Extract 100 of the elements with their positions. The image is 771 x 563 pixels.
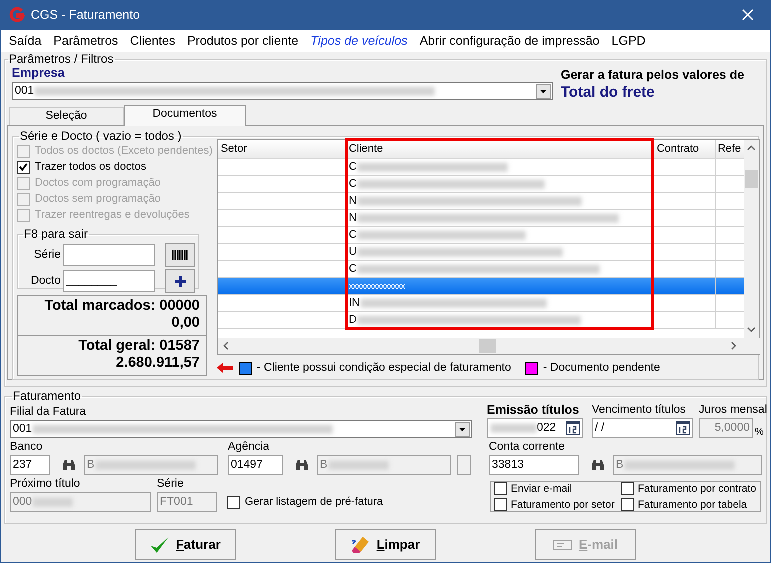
add-button[interactable] (165, 269, 195, 293)
field-label: Banco (10, 440, 44, 455)
group-title: F8 para sair (23, 227, 90, 241)
caret-icon[interactable] (455, 422, 470, 437)
field-label: Agência (228, 440, 271, 455)
total-value: 2.680.911,57 (116, 355, 200, 372)
checkbox-label: Todos os doctos (Exceto pendentes) (35, 145, 213, 157)
field-label: Empresa (12, 66, 66, 82)
barcode-button[interactable] (165, 243, 195, 267)
checkbox[interactable] (494, 498, 507, 511)
input-field[interactable]: FT001 (157, 492, 217, 512)
tab[interactable]: Documentos (124, 105, 246, 126)
tab[interactable]: Seleção (9, 107, 124, 125)
field-label: Série (157, 477, 185, 492)
date-field[interactable]: / / (592, 418, 693, 438)
cell-text: C (348, 178, 357, 190)
binoculars-icon[interactable] (591, 459, 605, 471)
dropdown[interactable]: 001 (12, 82, 553, 100)
table-row[interactable]: C (218, 176, 744, 193)
dropdown[interactable]: 001 (10, 420, 472, 438)
caret-icon[interactable] (536, 84, 551, 99)
column-header[interactable]: Refe (716, 140, 744, 158)
window-title: CGS - Faturamento (31, 8, 142, 22)
cell-text: C (348, 161, 357, 173)
checkbox-label: Faturamento por contrato (638, 482, 756, 494)
checkbox[interactable] (494, 482, 507, 495)
checkbox[interactable] (621, 482, 634, 495)
input-field[interactable]: 237 (10, 455, 50, 475)
input-field[interactable]: 5,0000 (699, 418, 753, 438)
menu-item[interactable]: Saída (3, 34, 48, 48)
checkbox-label: Faturamento por tabela (638, 498, 748, 510)
cell-text: IN (348, 297, 360, 309)
logo-icon (9, 7, 25, 23)
field-label: Docto (30, 275, 61, 287)
input-field: B (84, 455, 218, 475)
faturar-button[interactable]: Faturar (135, 529, 236, 560)
group-title: Parâmetros / Filtros (8, 52, 115, 66)
field-label: Conta corrente (489, 440, 566, 455)
checkbox-label: Doctos com programação (35, 177, 161, 189)
table-row[interactable]: C (218, 227, 744, 244)
menu-item[interactable]: Abrir configuração de impressão (414, 34, 606, 48)
checkbox-label: Gerar listagem de pré-fatura (245, 496, 384, 508)
limpar-button[interactable]: Limpar (335, 529, 436, 560)
menu-item[interactable]: Produtos por cliente (181, 34, 305, 48)
cell-text: N (348, 212, 357, 224)
cell-text: D (348, 314, 357, 326)
calendar-icon[interactable] (566, 421, 580, 435)
input-field[interactable]: ________ (63, 270, 155, 292)
cell-text: U (348, 246, 357, 258)
close-icon[interactable] (742, 9, 754, 21)
cell-text: C (348, 229, 357, 241)
unit-label: % (755, 427, 764, 438)
field-label: Filial da Fatura (10, 405, 88, 420)
menu-item[interactable]: Clientes (124, 34, 182, 48)
binoculars-icon[interactable] (295, 459, 309, 471)
table-row[interactable]: N (218, 210, 744, 227)
field-label: Gerar a fatura pelos valores de (561, 68, 744, 82)
input-field[interactable]: 01497 (228, 455, 283, 475)
table-row[interactable]: D (218, 312, 744, 329)
table-row[interactable]: xxxxxxxxxxxxxx (218, 278, 744, 295)
checkbox-label: Trazer reentregas e devoluções (35, 209, 190, 221)
menu-item[interactable]: Parâmetros (48, 34, 124, 48)
calendar-icon[interactable] (676, 421, 690, 435)
field-label: Emissão títulos (487, 403, 580, 418)
menu-item[interactable]: Tipos de veículos (304, 34, 414, 48)
table-row[interactable]: N (218, 193, 744, 210)
input-field[interactable] (63, 244, 155, 266)
field-label: Juros mensal (699, 403, 768, 418)
menu-item[interactable]: LGPD (606, 34, 652, 48)
column-header[interactable]: Cliente (346, 140, 654, 158)
horizontal-scrollbar[interactable] (218, 338, 761, 354)
checkbox-label: Enviar e-mail (511, 482, 572, 494)
checkmark-icon (150, 536, 170, 554)
vertical-scrollbar[interactable] (744, 140, 759, 338)
binoculars-icon[interactable] (62, 459, 76, 471)
table-row[interactable]: U (218, 244, 744, 261)
value-text: Total do frete (561, 84, 656, 101)
field-label: Vencimento títulos (592, 403, 687, 418)
column-header[interactable]: Setor (218, 140, 346, 158)
checkbox[interactable] (17, 160, 30, 174)
table-row[interactable]: IN (218, 295, 744, 312)
column-header[interactable]: Contrato (654, 140, 716, 158)
arrow-icon (216, 363, 233, 373)
cell-text: N (348, 195, 357, 207)
eraser-icon (350, 536, 371, 554)
group-title: Faturamento (12, 389, 82, 403)
barcode-icon (172, 250, 188, 260)
input-field: B (317, 455, 452, 475)
input-field: 000 (10, 492, 151, 512)
cell-text: C (348, 263, 357, 275)
total-text: Total marcados: 00000 (44, 298, 200, 315)
legend-text: - Documento pendente (543, 362, 660, 374)
checkbox[interactable] (227, 496, 240, 508)
checkbox[interactable] (621, 498, 634, 511)
table-row[interactable]: C (218, 159, 744, 176)
input-field[interactable]: 33813 (489, 455, 579, 475)
legend-text: - Cliente possui condição especial de faturamento (256, 362, 512, 374)
date-field[interactable]: 022 (487, 418, 583, 438)
field-label: Próximo título (10, 477, 82, 492)
checkbox-label: Doctos sem programação (35, 193, 161, 205)
